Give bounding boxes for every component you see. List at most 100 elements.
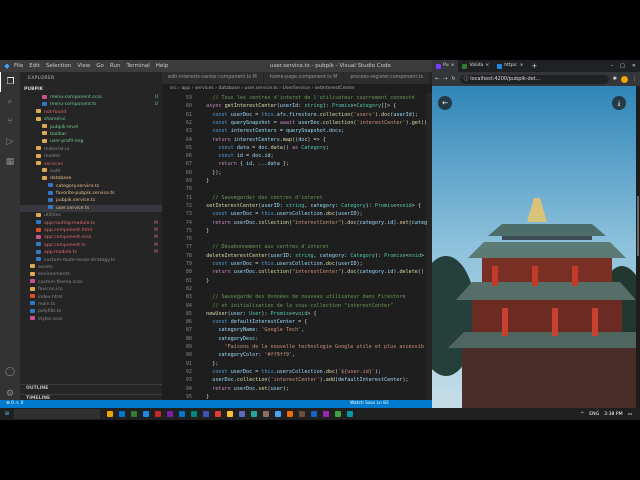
file-item[interactable]: app.component.ts M <box>20 242 162 249</box>
clock[interactable]: 3:38 PM <box>604 412 623 417</box>
taskbar-app-icon[interactable] <box>236 408 248 420</box>
code-line[interactable]: return { id, ...data }; <box>200 161 289 167</box>
browser-tab[interactable]: Valida × <box>458 60 493 72</box>
extensions-icon[interactable]: ▦ <box>0 152 20 172</box>
scrollbar-thumb[interactable] <box>637 196 639 256</box>
folder-item[interactable]: auth <box>20 168 162 175</box>
code-line[interactable]: const userDoc = this.usersCollection.doc… <box>200 369 381 375</box>
profile-avatar[interactable] <box>621 75 628 83</box>
taskbar-app-icon[interactable] <box>248 408 260 420</box>
language-indicator[interactable]: ENG <box>589 412 599 417</box>
file-item[interactable]: polyfills.ts <box>20 308 162 315</box>
taskbar-app-icon[interactable] <box>332 408 344 420</box>
code-line[interactable]: // Désabonnement aux centres d'interet <box>200 244 329 250</box>
taskbar-app-icon[interactable] <box>128 408 140 420</box>
code-line[interactable]: } <box>200 394 209 400</box>
folder-item[interactable]: models <box>20 153 162 160</box>
menu-edit[interactable]: Edit <box>29 63 40 69</box>
taskbar-app-icon[interactable] <box>320 408 332 420</box>
browser-tab[interactable]: https: × <box>493 60 527 72</box>
taskbar-app-icon[interactable] <box>344 408 356 420</box>
taskbar-app-icon[interactable] <box>224 408 236 420</box>
taskbar-app-icon[interactable] <box>116 408 128 420</box>
status-right[interactable]: Watch Sass Ln 83 <box>350 400 389 408</box>
code-line[interactable]: newUser(user: User): Promise<void> { <box>200 311 316 317</box>
reload-icon[interactable]: ↻ <box>451 76 455 82</box>
menu-file[interactable]: File <box>14 63 23 69</box>
browser-tab[interactable]: Pu × <box>432 60 459 72</box>
taskbar-app-icon[interactable] <box>152 408 164 420</box>
account-icon[interactable]: ◯ <box>0 362 20 382</box>
folder-item[interactable]: shared-ui <box>20 116 162 123</box>
editor-tab[interactable]: home-page.component.ts M <box>263 72 345 84</box>
code-line[interactable]: }); <box>200 170 221 176</box>
menu-run[interactable]: Run <box>110 63 121 69</box>
file-item[interactable]: custom-route-reuse-strategy.ts <box>20 257 162 264</box>
code-line[interactable]: // Sauvegarder des centres d'interet <box>200 195 322 201</box>
back-button[interactable]: ← <box>438 96 452 110</box>
taskbar-app-icon[interactable] <box>296 408 308 420</box>
file-item[interactable]: category.service.ts <box>20 183 162 190</box>
editor-tab[interactable]: edit-interests-center.component.ts M <box>162 72 264 84</box>
close-tab-icon[interactable]: × <box>485 60 489 72</box>
code-line[interactable]: const id = doc.id; <box>200 153 273 159</box>
taskbar-app-icon[interactable] <box>104 408 116 420</box>
folder-item[interactable]: pubpik-level <box>20 124 162 131</box>
back-arrow-icon[interactable]: ← <box>435 76 439 82</box>
code-line[interactable]: deleteInterestCenter(userID: string, cat… <box>200 253 424 259</box>
taskbar-app-icon[interactable] <box>164 408 176 420</box>
taskbar-app-icon[interactable] <box>308 408 320 420</box>
code-line[interactable]: const userDoc = this.usersCollection.doc… <box>200 211 362 217</box>
code-line[interactable]: const interestCenters = querySnapshot.do… <box>200 128 344 134</box>
code-line[interactable]: setInterestCenter(userID: string, catego… <box>200 203 421 209</box>
explorer-icon[interactable]: ❐ <box>0 72 20 92</box>
code-line[interactable]: categoryName: 'Google Tech', <box>200 327 304 333</box>
taskbar-search[interactable] <box>14 409 100 419</box>
code-line[interactable]: return userDoc.set(user); <box>200 386 289 392</box>
code-line[interactable]: return interestCenters.map((doc) => { <box>200 137 326 143</box>
maximize-icon[interactable]: □ <box>620 63 625 69</box>
folder-item[interactable]: database <box>20 175 162 182</box>
code-line[interactable]: } <box>200 228 209 234</box>
code-line[interactable]: const defaultInterestCenter = { <box>200 319 307 325</box>
taskbar-app-icon[interactable] <box>212 408 224 420</box>
code-line[interactable]: const userDoc = this.usersCollection.doc… <box>200 261 362 267</box>
code-line[interactable]: categoryDesc: <box>200 336 258 342</box>
folder-item[interactable]: material-ui <box>20 146 162 153</box>
code-line[interactable]: return userDoc.collection("interestCente… <box>200 220 427 226</box>
taskbar-app-icon[interactable] <box>284 408 296 420</box>
breadcrumb[interactable]: src › app › services › database › user.s… <box>162 84 432 93</box>
folder-item[interactable]: not-found <box>20 109 162 116</box>
menu-view[interactable]: View <box>77 63 90 69</box>
file-item[interactable]: app.module.ts M <box>20 249 162 256</box>
new-tab-button[interactable]: + <box>527 62 541 70</box>
code-line[interactable]: return userDoc.collection("interestCente… <box>200 269 424 275</box>
minimize-icon[interactable]: – <box>611 63 614 69</box>
code-line[interactable]: } <box>200 178 209 184</box>
menu-help[interactable]: Help <box>156 63 169 69</box>
close-tab-icon[interactable]: × <box>520 60 524 72</box>
taskbar-app-icon[interactable] <box>176 408 188 420</box>
menu-go[interactable]: Go <box>96 63 104 69</box>
search-icon[interactable]: ⌕ <box>0 92 20 112</box>
address-bar[interactable]: ⓘ localhost:4200/pubpik-det... <box>459 74 609 84</box>
code-line[interactable]: }; <box>200 361 218 367</box>
project-root[interactable]: PUBPIK <box>20 86 162 94</box>
folder-item[interactable]: assets <box>20 264 162 271</box>
file-item[interactable]: custom-theme.scss <box>20 279 162 286</box>
taskbar-app-icon[interactable] <box>260 408 272 420</box>
file-item[interactable]: user.service.ts <box>20 204 162 213</box>
editor-tab[interactable]: process-register.component.ts <box>344 72 431 84</box>
taskbar-app-icon[interactable] <box>140 408 152 420</box>
code-line[interactable]: categoryColor: '#ff9ff9', <box>200 352 295 358</box>
chrome-menu-icon[interactable]: ⋮ <box>632 76 637 82</box>
code-line[interactable]: async getInterestCenter(userId: string):… <box>200 103 396 109</box>
outline-section[interactable]: OUTLINE <box>20 384 162 392</box>
folder-item[interactable]: environments <box>20 271 162 278</box>
folder-item[interactable]: toolbar <box>20 131 162 138</box>
taskbar-app-icon[interactable] <box>200 408 212 420</box>
forward-arrow-icon[interactable]: → <box>443 76 447 82</box>
file-item[interactable]: main.ts <box>20 301 162 308</box>
code-line[interactable]: const userDoc = this.afs.firestore.colle… <box>200 112 418 118</box>
notification-icon[interactable]: ▭ <box>628 412 632 417</box>
